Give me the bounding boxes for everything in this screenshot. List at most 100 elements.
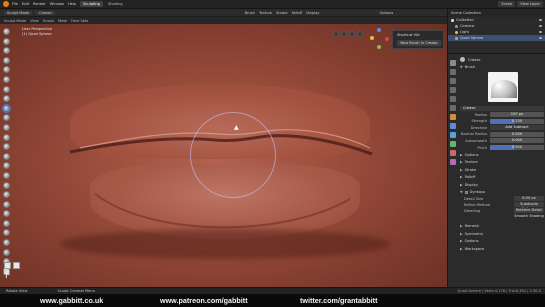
nudge-brush-icon[interactable]: [3, 219, 10, 227]
neg-axis-icon[interactable]: [370, 36, 374, 40]
brush-preview-thumbnail[interactable]: [488, 72, 518, 102]
navigation-gizmo[interactable]: [368, 28, 390, 50]
crease-brush-icon[interactable]: [3, 104, 10, 112]
radius-field[interactable]: 107 px: [490, 112, 544, 118]
visibility-eye-icon[interactable]: [539, 31, 542, 33]
falloff-section[interactable]: ▶ Falloff: [460, 174, 544, 181]
autosmooth-field[interactable]: 0.000: [490, 138, 544, 144]
direction-row[interactable]: Direction Add Subtract: [460, 125, 544, 131]
pinch-brush-icon[interactable]: [3, 162, 10, 170]
scrape-brush-icon[interactable]: [3, 143, 10, 151]
object-tab-icon[interactable]: [450, 114, 456, 120]
3d-viewport[interactable]: ▲ User Perspective (1) Quad Sphere F Sho…: [0, 24, 447, 287]
elastic-deform-brush-icon[interactable]: [3, 181, 10, 189]
multiplane-scrape-brush-icon[interactable]: [3, 152, 10, 160]
workspace-section[interactable]: ▶ Workspace: [460, 245, 544, 252]
brush-selector-row[interactable]: Crease: [460, 105, 544, 111]
menu-file[interactable]: File: [12, 2, 18, 6]
clay-brush-icon[interactable]: [3, 47, 10, 55]
menu-help[interactable]: Help: [68, 2, 76, 6]
rotate-brush-icon[interactable]: [3, 229, 10, 237]
symmetry-section[interactable]: ▶ Symmetry: [460, 230, 544, 237]
menu-edit[interactable]: Edit: [22, 2, 29, 6]
zoom-icon[interactable]: [333, 31, 339, 37]
clay-thumb-brush-icon[interactable]: [3, 66, 10, 74]
scene-selector[interactable]: Scene: [498, 1, 516, 7]
smooth-shading-row[interactable]: Smooth Shading: [460, 214, 544, 220]
strength-slider[interactable]: 0.230: [490, 118, 544, 124]
outliner-item-quad-sphere[interactable]: Quad Sphere: [448, 35, 545, 41]
fill-brush-icon[interactable]: [3, 133, 10, 141]
texture-menu[interactable]: Texture: [259, 11, 272, 15]
brush-menu[interactable]: Brush: [245, 11, 255, 15]
box-hide-icon[interactable]: [13, 262, 20, 269]
direction-toggle[interactable]: Add Subtract: [490, 125, 544, 131]
detailing-dropdown[interactable]: Relative Detail: [514, 208, 544, 214]
mode-dropdown[interactable]: Sculpt Mode: [4, 10, 33, 15]
brush-section-header[interactable]: ▼ Brush: [460, 63, 544, 70]
pinch-slider[interactable]: 0.500: [490, 145, 544, 151]
slide-relax-brush-icon[interactable]: [3, 239, 10, 247]
material-tab-icon[interactable]: [450, 150, 456, 156]
options-menu[interactable]: Options: [379, 11, 393, 15]
display-menu[interactable]: Display: [306, 11, 319, 15]
strength-row[interactable]: Strength 0.230: [460, 118, 544, 124]
visibility-eye-icon[interactable]: [539, 37, 542, 39]
physics-tab-icon[interactable]: [450, 132, 456, 138]
modifier-tab-icon[interactable]: [450, 123, 456, 129]
menu-window[interactable]: Window: [50, 2, 64, 6]
perspective-toggle-icon[interactable]: [357, 31, 363, 37]
layer-brush-icon[interactable]: [3, 75, 10, 83]
tab-shading[interactable]: Shading: [105, 1, 126, 7]
options-section[interactable]: ▶ Options: [460, 151, 544, 158]
brush-selector-field[interactable]: Crease: [460, 105, 544, 111]
scene-tab-icon[interactable]: [450, 96, 456, 102]
tool-settings-tab-icon[interactable]: [450, 60, 456, 66]
output-tab-icon[interactable]: [450, 78, 456, 84]
menu-render[interactable]: Render: [33, 2, 46, 6]
draw-brush-icon[interactable]: [3, 28, 10, 35]
box-mask-icon[interactable]: [4, 262, 11, 269]
remesh-section[interactable]: ▶ Remesh: [460, 223, 544, 230]
pan-hand-icon[interactable]: [341, 31, 347, 37]
autosmooth-row[interactable]: Autosmooth 0.000: [460, 138, 544, 144]
smooth-shading-checkbox[interactable]: Smooth Shading: [514, 214, 544, 219]
inflate-brush-icon[interactable]: [3, 85, 10, 93]
display-section[interactable]: ▶ Display: [460, 181, 544, 188]
new-brush-button[interactable]: New Brush in Crease: [397, 40, 441, 46]
visibility-eye-icon[interactable]: [539, 19, 542, 21]
blob-brush-icon[interactable]: [3, 95, 10, 103]
thumb-brush-icon[interactable]: [3, 200, 10, 208]
grab-brush-icon[interactable]: [3, 171, 10, 179]
view-menu[interactable]: View: [30, 19, 39, 23]
blender-logo-icon[interactable]: [3, 1, 9, 7]
sculpt-mode-menu[interactable]: Sculpt Mode: [4, 19, 26, 23]
x-axis-icon[interactable]: [385, 37, 389, 41]
stroke-menu[interactable]: Stroke: [276, 11, 287, 15]
texture-section[interactable]: ▶ Texture: [460, 159, 544, 166]
pose-brush-icon[interactable]: [3, 210, 10, 218]
texture-tab-icon[interactable]: [450, 159, 456, 165]
world-tab-icon[interactable]: [450, 105, 456, 111]
clay-strips-brush-icon[interactable]: [3, 56, 10, 64]
boundary-brush-icon[interactable]: [3, 248, 10, 256]
normal-radius-row[interactable]: Normal Radius 0.500: [460, 131, 544, 137]
falloff-menu[interactable]: Falloff: [292, 11, 303, 15]
mask-menu[interactable]: Mask: [58, 19, 67, 23]
y-axis-icon[interactable]: [377, 45, 381, 49]
face-sets-menu[interactable]: Face Sets: [71, 19, 88, 23]
dyntopo-section[interactable]: ▼ Dyntopo: [460, 189, 544, 196]
pinch-row[interactable]: Pinch 0.500: [460, 145, 544, 151]
brush-dropdown[interactable]: Crease: [36, 10, 55, 15]
detail-size-field[interactable]: 8.00 px: [514, 196, 544, 202]
radius-row[interactable]: Radius 107 px: [460, 112, 544, 118]
snake-hook-brush-icon[interactable]: [3, 191, 10, 199]
sculpt-menu[interactable]: Sculpt: [43, 19, 54, 23]
z-axis-icon[interactable]: [377, 28, 381, 32]
brush-name-row[interactable]: Crease: [460, 56, 544, 63]
smooth-brush-icon[interactable]: [3, 114, 10, 122]
flatten-brush-icon[interactable]: [3, 123, 10, 131]
view-layer-selector[interactable]: View Layer: [517, 1, 543, 7]
render-tab-icon[interactable]: [450, 69, 456, 75]
camera-view-icon[interactable]: [349, 31, 355, 37]
